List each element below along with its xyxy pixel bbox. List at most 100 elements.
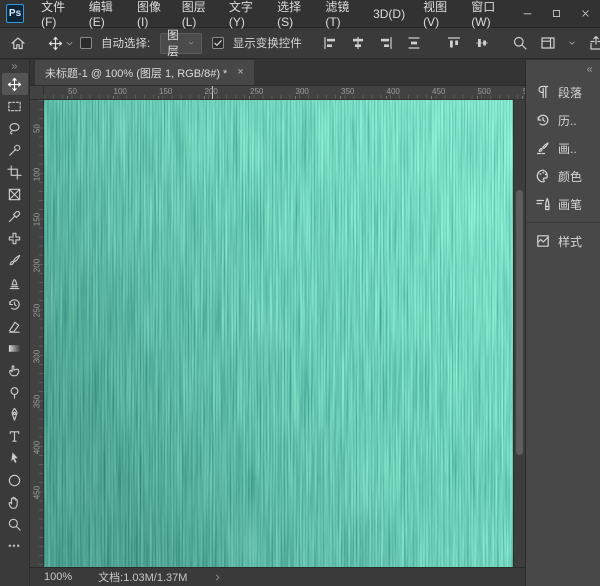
panel-item-paragraph[interactable]: 段落 [526, 78, 600, 106]
tool-rectangular-marquee[interactable] [2, 95, 28, 117]
menu-item-3[interactable]: 图层(L) [173, 0, 220, 27]
share-icon [588, 35, 600, 51]
v-ruler[interactable]: 50100150200250300350400450 [30, 100, 44, 567]
home-button[interactable] [6, 31, 30, 55]
auto-select-target-dropdown[interactable]: 图层 [160, 33, 202, 54]
ruler-row: 5010015020025030035040045050055 [30, 86, 525, 100]
vertical-scrollbar[interactable] [513, 100, 525, 567]
v-ruler-mark: 250 [33, 304, 42, 318]
tool-clone-stamp[interactable] [2, 271, 28, 293]
panel-item-styles[interactable]: 样式 [526, 227, 600, 255]
workspace-chevron[interactable] [564, 31, 580, 55]
share-button[interactable] [584, 31, 600, 55]
zoom-icon [7, 517, 22, 532]
menu-item-2[interactable]: 图像(I) [128, 0, 173, 27]
distribute-button[interactable] [402, 31, 426, 55]
h-ruler-mark: 350 [341, 87, 354, 96]
distribute-icon [406, 35, 422, 51]
distribute-center-button[interactable] [470, 31, 494, 55]
h-ruler-mark: 200 [205, 87, 218, 96]
tool-eyedropper[interactable] [2, 205, 28, 227]
panel-item-brushes[interactable]: 画笔 [526, 190, 600, 218]
canvas[interactable] [44, 100, 513, 567]
eraser-icon [7, 319, 22, 334]
tool-ellipse-shape[interactable] [2, 469, 28, 491]
auto-select-label: 自动选择: [101, 35, 150, 51]
tool-path-selection[interactable] [2, 447, 28, 469]
tool-quick-selection[interactable] [2, 139, 28, 161]
menu-item-6[interactable]: 滤镜(T) [316, 0, 364, 27]
tool-history-brush[interactable] [2, 293, 28, 315]
color-icon [535, 168, 551, 184]
panel-item-history[interactable]: 历.. [526, 106, 600, 134]
minimize-button[interactable] [513, 0, 542, 27]
type-icon [7, 429, 22, 444]
zoom-level-field[interactable]: 100% [44, 571, 72, 583]
menu-item-4[interactable]: 文字(Y) [220, 0, 268, 27]
tool-edit-toolbar[interactable]: ••• [2, 535, 28, 557]
tool-frame[interactable] [2, 183, 28, 205]
tool-dodge[interactable] [2, 381, 28, 403]
workspace-switcher-button[interactable] [536, 31, 560, 55]
ruler-corner[interactable] [30, 86, 44, 99]
chevrons-right-icon [10, 62, 19, 71]
tool-gradient[interactable] [2, 337, 28, 359]
menu-item-9[interactable]: 窗口(W) [462, 0, 513, 27]
tool-preset-picker[interactable] [48, 36, 74, 51]
menu-item-1[interactable]: 编辑(E) [80, 0, 128, 27]
tool-lasso[interactable] [2, 117, 28, 139]
menu-item-5[interactable]: 选择(S) [268, 0, 316, 27]
tool-spot-healing-brush[interactable] [2, 227, 28, 249]
document-tab-title: 未标题-1 @ 100% (图层 1, RGB/8#) * [45, 65, 227, 81]
tool-move[interactable] [2, 73, 28, 95]
menu-item-7[interactable]: 3D(D) [364, 0, 414, 27]
status-expand-button[interactable] [213, 573, 222, 582]
close-button[interactable] [571, 0, 600, 27]
toolbar-collapse-button[interactable] [0, 60, 29, 73]
align-center-button[interactable] [346, 31, 370, 55]
h-ruler[interactable]: 5010015020025030035040045050055 [44, 86, 525, 99]
photoshop-logo[interactable]: Ps [6, 4, 24, 23]
show-transform-label: 显示变换控件 [233, 35, 302, 51]
panel-item-label: 历.. [558, 112, 577, 129]
path-selection-icon [7, 451, 22, 466]
vertical-scrollbar-thumb[interactable] [516, 190, 523, 455]
document-info: 文档:1.03M/1.37M [98, 569, 187, 585]
gradient-icon [7, 341, 22, 356]
menu-item-0[interactable]: 文件(F) [32, 0, 80, 27]
document-tab[interactable]: 未标题-1 @ 100% (图层 1, RGB/8#) * × [35, 60, 254, 85]
tab-close-icon[interactable]: × [237, 67, 243, 78]
align-left-button[interactable] [318, 31, 342, 55]
search-button[interactable] [508, 31, 532, 55]
maximize-button[interactable] [542, 0, 571, 27]
align-right-button[interactable] [374, 31, 398, 55]
home-icon [10, 35, 26, 51]
tool-crop[interactable] [2, 161, 28, 183]
document-area: 未标题-1 @ 100% (图层 1, RGB/8#) * × 50100150… [30, 60, 525, 586]
h-ruler-mark: 150 [159, 87, 172, 96]
tool-eraser[interactable] [2, 315, 28, 337]
panel-item-label: 样式 [558, 233, 582, 250]
chevron-right-icon [213, 573, 222, 582]
tool-hand[interactable] [2, 491, 28, 513]
dock-collapse-button[interactable] [526, 60, 600, 78]
distribute-top-button[interactable] [442, 31, 466, 55]
menu-item-8[interactable]: 视图(V) [414, 0, 462, 27]
tool-pen[interactable] [2, 403, 28, 425]
panel-item-brush-settings[interactable]: 画.. [526, 134, 600, 162]
v-ruler-mark: 200 [33, 258, 42, 272]
tool-brush[interactable] [2, 249, 28, 271]
show-transform-checkbox[interactable] [212, 37, 224, 49]
tool-smudge[interactable] [2, 359, 28, 381]
hand-icon [7, 495, 22, 510]
tool-zoom[interactable] [2, 513, 28, 535]
panel-item-color[interactable]: 颜色 [526, 162, 600, 190]
move-icon [7, 77, 22, 92]
brush-settings-icon [535, 140, 551, 156]
rectangular-marquee-icon [7, 99, 22, 114]
h-ruler-mark: 400 [387, 87, 400, 96]
tool-type[interactable] [2, 425, 28, 447]
auto-select-checkbox[interactable] [80, 37, 92, 49]
history-icon [535, 112, 551, 128]
panel-items: 段落历.. 画..颜色画笔样式 [526, 78, 600, 255]
